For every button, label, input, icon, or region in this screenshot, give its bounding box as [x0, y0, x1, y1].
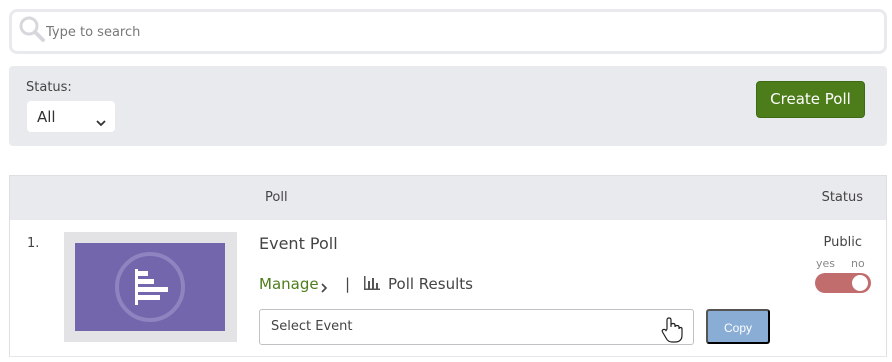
status-filter-value: All	[37, 108, 56, 126]
filter-bar: Status: All Create Poll	[9, 66, 887, 146]
chevron-down-icon	[96, 112, 106, 127]
copy-button[interactable]: Copy	[706, 309, 770, 344]
hand-cursor-icon	[661, 317, 683, 343]
bar-chart-icon	[363, 275, 381, 291]
search-bar	[9, 9, 887, 54]
link-separator: |	[345, 275, 351, 293]
visibility-status: Public	[823, 235, 862, 250]
row-index: 1.	[27, 236, 40, 251]
poll-results-link[interactable]: Poll Results	[388, 275, 473, 293]
public-toggle[interactable]	[815, 273, 871, 293]
status-filter-select[interactable]: All	[27, 101, 115, 132]
search-input[interactable]	[46, 19, 876, 45]
table-header: Poll Status	[10, 176, 886, 220]
poll-thumbnail-image	[75, 243, 225, 331]
poll-chart-icon	[115, 252, 185, 322]
polls-page: Status: All Create Poll Poll Status 1.	[0, 0, 892, 362]
manage-link[interactable]: Manage	[259, 275, 319, 293]
status-filter-label: Status:	[26, 80, 72, 95]
chevron-right-icon	[319, 279, 329, 293]
toggle-knob[interactable]	[852, 275, 868, 291]
toggle-yes-label: yes	[816, 257, 836, 270]
poll-title[interactable]: Event Poll	[259, 234, 338, 253]
create-poll-button[interactable]: Create Poll	[756, 81, 865, 118]
toggle-no-label: no	[851, 257, 865, 270]
polls-table: Poll Status 1. Event Poll Manage | Poll …	[9, 175, 887, 357]
column-header-status: Status	[821, 190, 863, 205]
select-event-value: Select Event	[271, 319, 353, 334]
search-icon	[18, 15, 46, 43]
select-event-dropdown[interactable]: Select Event	[259, 309, 694, 345]
poll-thumbnail[interactable]	[64, 232, 237, 342]
column-header-poll: Poll	[265, 190, 288, 205]
